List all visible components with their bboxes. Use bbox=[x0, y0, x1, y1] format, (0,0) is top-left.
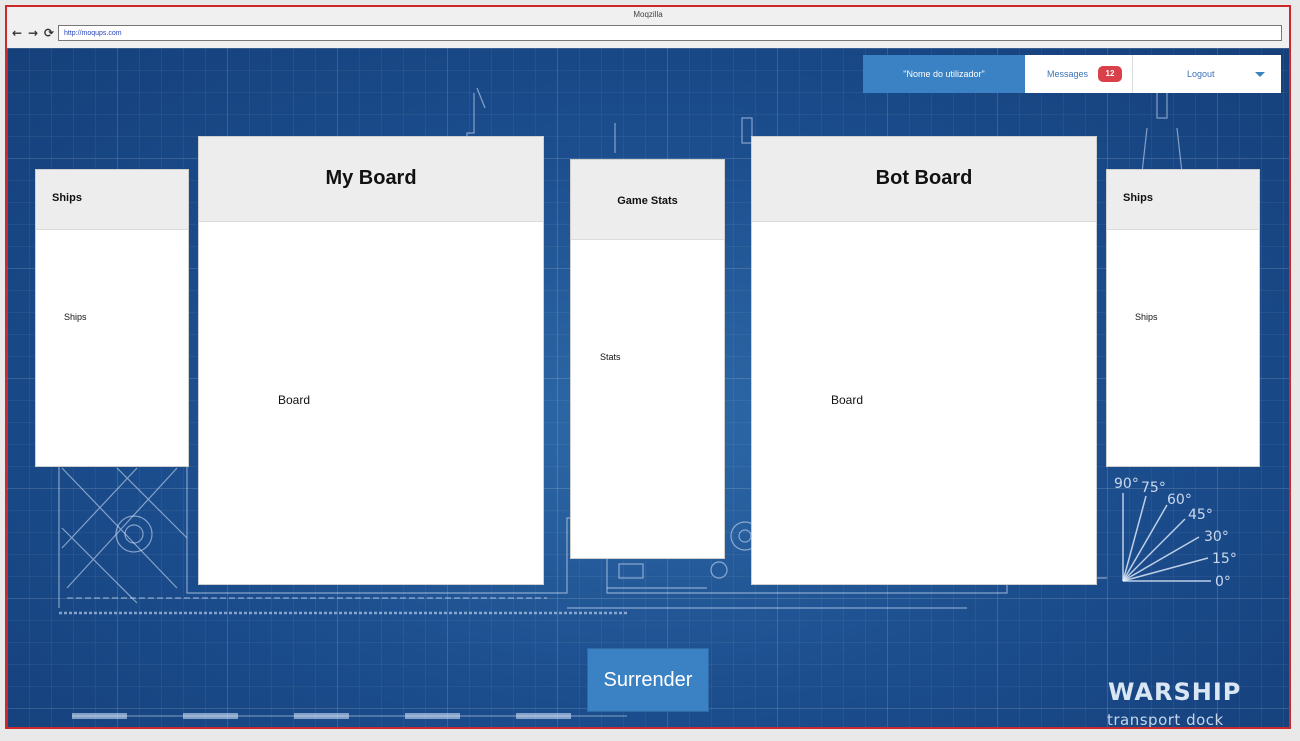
caret-down-icon[interactable] bbox=[1255, 72, 1265, 77]
protractor-label: 0° bbox=[1215, 574, 1231, 590]
protractor-label: 60° bbox=[1167, 492, 1192, 508]
right-ships-content: Ships bbox=[1135, 312, 1158, 322]
divider bbox=[1132, 55, 1133, 93]
left-ships-title: Ships bbox=[36, 170, 188, 230]
right-ships-title: Ships bbox=[1107, 170, 1259, 230]
protractor-label: 30° bbox=[1204, 529, 1229, 545]
messages-count-badge: 12 bbox=[1098, 66, 1122, 82]
protractor-label: 75° bbox=[1141, 480, 1166, 496]
address-bar[interactable]: http://moqups.com bbox=[58, 25, 1282, 41]
surrender-button[interactable]: Surrender bbox=[587, 648, 709, 712]
protractor-label: 45° bbox=[1188, 507, 1213, 523]
my-board-panel: My Board Board bbox=[198, 136, 544, 585]
game-stats-title: Game Stats bbox=[571, 160, 724, 240]
username-button[interactable]: "Nome do utilizador" bbox=[863, 55, 1025, 93]
game-stats-content: Stats bbox=[600, 352, 621, 362]
warship-logo-subtitle: transport dock bbox=[1107, 711, 1224, 727]
logout-link[interactable]: Logout bbox=[1187, 55, 1215, 93]
left-ships-panel: Ships Ships bbox=[35, 169, 189, 467]
game-stats-panel: Game Stats Stats bbox=[570, 159, 725, 559]
left-ships-content: Ships bbox=[64, 312, 87, 322]
user-actions: Messages 12 Logout bbox=[1025, 55, 1281, 93]
user-bar: "Nome do utilizador" Messages 12 Logout bbox=[863, 55, 1281, 93]
my-board-title: My Board bbox=[199, 137, 543, 222]
bot-board-title: Bot Board bbox=[752, 137, 1096, 222]
protractor-label: 15° bbox=[1212, 551, 1237, 567]
right-ships-panel: Ships Ships bbox=[1106, 169, 1260, 467]
browser-navbar: ← → ⟳ http://moqups.com bbox=[7, 23, 1289, 45]
my-board-content[interactable]: Board bbox=[278, 393, 310, 407]
reload-icon[interactable]: ⟳ bbox=[43, 26, 55, 40]
browser-window: Moqzilla ← → ⟳ http://moqups.com 90° 75°… bbox=[5, 5, 1291, 729]
back-arrow-icon[interactable]: ← bbox=[11, 26, 23, 40]
messages-link[interactable]: Messages bbox=[1047, 55, 1088, 93]
window-title: Moqzilla bbox=[7, 7, 1289, 23]
warship-logo: WARSHIP bbox=[1108, 678, 1242, 706]
bot-board-panel: Bot Board Board bbox=[751, 136, 1097, 585]
bot-board-content[interactable]: Board bbox=[831, 393, 863, 407]
protractor-label: 90° bbox=[1114, 476, 1139, 492]
page-viewport: 90° 75° 60° 45° 30° 15° 0° "Nome do util… bbox=[7, 48, 1289, 727]
forward-arrow-icon[interactable]: → bbox=[27, 26, 39, 40]
